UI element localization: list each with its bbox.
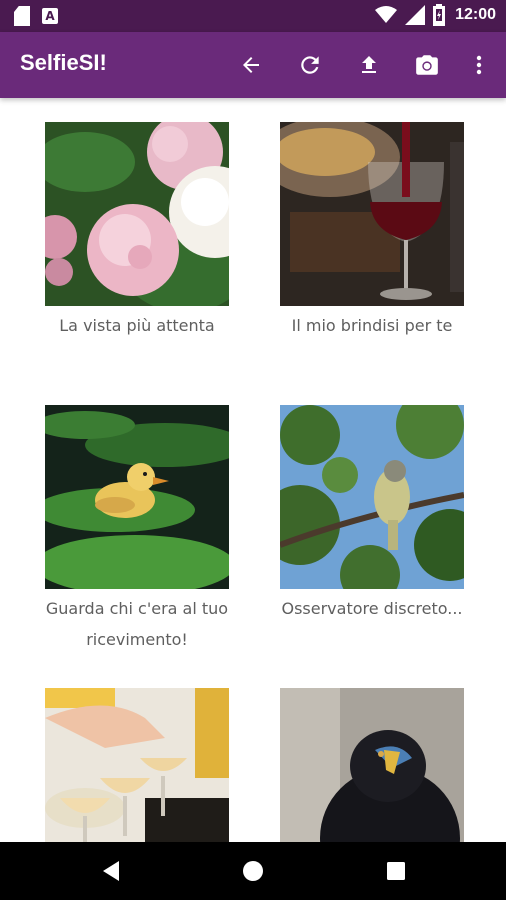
status-time: 12:00 xyxy=(455,6,496,23)
gallery-item[interactable]: Il mio brindisi per te xyxy=(280,122,464,341)
nav-back-button[interactable] xyxy=(96,856,126,886)
app-title: SelfieSI! xyxy=(20,50,107,75)
status-bar: A 12:00 xyxy=(0,0,506,32)
more-options-button[interactable] xyxy=(463,49,495,81)
photo-caption: La vista più attenta xyxy=(59,316,215,335)
gallery-item[interactable]: La vista più attenta xyxy=(45,122,229,341)
refresh-button[interactable] xyxy=(294,49,326,81)
navigation-bar xyxy=(0,842,506,900)
gallery-item[interactable] xyxy=(280,688,464,842)
photo-thumbnail[interactable] xyxy=(280,688,464,842)
photo-grid: La vista più attenta Il mio brindisi per… xyxy=(0,98,506,842)
more-vert-icon xyxy=(476,55,482,75)
notification-a-icon: A xyxy=(42,8,58,24)
photo-caption: Guarda chi c'era al tuo ricevimento! xyxy=(45,599,229,649)
camera-button[interactable] xyxy=(411,49,443,81)
app-bar: SelfieSI! xyxy=(0,32,506,98)
photo-thumbnail[interactable] xyxy=(45,405,229,589)
battery-icon xyxy=(433,4,446,26)
photo-thumbnail[interactable] xyxy=(280,405,464,589)
sd-card-icon xyxy=(14,6,30,26)
photo-caption: Osservatore discreto... xyxy=(281,599,463,618)
signal-icon xyxy=(405,5,426,25)
nav-recents-button[interactable] xyxy=(381,856,411,886)
upload-button[interactable] xyxy=(353,49,385,81)
gallery-item[interactable] xyxy=(45,688,229,842)
nav-home-button[interactable] xyxy=(238,856,268,886)
gallery-item[interactable]: Guarda chi c'era al tuo ricevimento! xyxy=(45,405,229,655)
back-arrow-icon xyxy=(243,57,259,73)
wifi-icon xyxy=(375,5,398,25)
nav-recents-icon xyxy=(387,862,405,880)
refresh-icon xyxy=(301,56,319,74)
gallery-item[interactable]: Osservatore discreto... xyxy=(280,405,464,624)
photo-thumbnail[interactable] xyxy=(45,122,229,306)
photo-caption: Il mio brindisi per te xyxy=(291,316,453,335)
photo-thumbnail[interactable] xyxy=(45,688,229,842)
camera-icon xyxy=(416,55,438,75)
upload-icon xyxy=(362,56,376,73)
nav-back-icon xyxy=(103,861,119,881)
back-button[interactable] xyxy=(235,49,267,81)
photo-thumbnail[interactable] xyxy=(280,122,464,306)
nav-home-icon xyxy=(243,861,263,881)
